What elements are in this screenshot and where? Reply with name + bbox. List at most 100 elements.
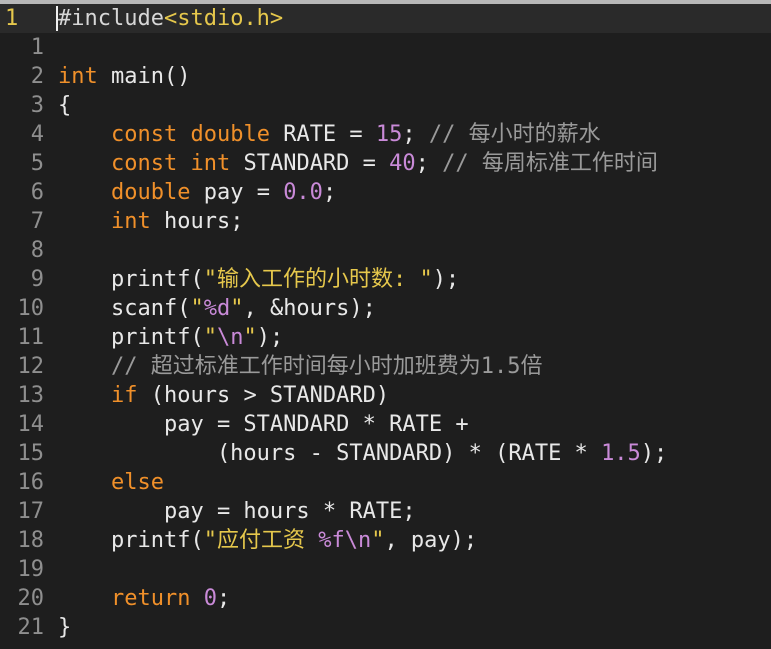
line-number: 3	[30, 93, 44, 118]
line-code[interactable]: printf("输入工作的小时数: ");	[58, 265, 459, 294]
code-token: double	[110, 180, 191, 205]
line-number: 7	[30, 209, 44, 234]
code-token: ;	[216, 586, 231, 611]
code-editor[interactable]: 1 #include<stdio.h> 1 2 int main() 3{4 const …	[0, 0, 771, 649]
line-number: 12	[17, 354, 45, 379]
code-token: (hours > STANDARD)	[137, 383, 390, 408]
line-number: 18	[17, 528, 45, 553]
line-number: 2	[30, 64, 44, 89]
code-token: if	[110, 383, 138, 408]
code-token: const	[110, 151, 178, 176]
line-code[interactable]: // 超过标准工作时间每小时加班费为1.5倍	[58, 352, 542, 381]
line-number: 16	[17, 470, 45, 495]
code-line[interactable]: 6 double pay = 0.0;	[0, 178, 771, 207]
code-line[interactable]: 5 const int STANDARD = 40; // 每周标准工作时间	[0, 149, 771, 178]
code-token: , &hours);	[243, 296, 376, 321]
code-token: pay = hours * RATE;	[58, 499, 416, 524]
line-number: 19	[17, 557, 45, 582]
code-token: printf(	[58, 267, 204, 292]
code-token: );	[432, 267, 460, 292]
line-code[interactable]: const int STANDARD = 40; // 每周标准工作时间	[58, 149, 658, 178]
line-number: 11	[17, 325, 45, 350]
code-line[interactable]: 13 if (hours > STANDARD)	[0, 381, 771, 410]
line-code[interactable]: int hours;	[58, 207, 243, 236]
code-line[interactable]: 21}	[0, 613, 771, 642]
line-code[interactable]: #include<stdio.h>	[58, 4, 283, 33]
line-code[interactable]: pay = hours * RATE;	[58, 497, 416, 526]
code-line[interactable]: 2 int main()	[0, 62, 771, 91]
line-number: 9	[30, 267, 44, 292]
line-number: 8	[30, 238, 44, 263]
line-number: 17	[17, 499, 45, 524]
code-token: "	[243, 325, 257, 350]
code-token: RATE =	[269, 122, 376, 147]
code-line[interactable]: 8	[0, 236, 771, 265]
code-token: );	[640, 441, 668, 466]
line-code[interactable]: }	[58, 613, 71, 642]
code-line[interactable]: 4 const double RATE = 15; // 每小时的薪水	[0, 120, 771, 149]
code-token: return	[110, 586, 191, 611]
code-line[interactable]: 10 scanf("%d", &hours);	[0, 294, 771, 323]
code-line[interactable]: 3{	[0, 91, 771, 120]
code-token: %f\n	[318, 528, 372, 553]
text-cursor	[56, 6, 58, 31]
line-number: 4	[30, 122, 44, 147]
code-token: {	[58, 93, 72, 118]
code-token: pay = STANDARD * RATE +	[58, 412, 469, 437]
line-code[interactable]: else	[58, 468, 164, 497]
code-token: "输入工作的小时数: "	[203, 267, 433, 292]
code-token: scanf(	[58, 296, 191, 321]
line-code[interactable]: return 0;	[58, 584, 230, 613]
code-token: , pay);	[384, 528, 478, 553]
line-code[interactable]: const double RATE = 15; // 每小时的薪水	[58, 120, 601, 149]
line-code[interactable]: int main()	[58, 62, 190, 91]
code-token: 0.0	[283, 180, 323, 205]
line-number: 1	[5, 6, 19, 31]
code-token: const	[110, 122, 178, 147]
current-code-line[interactable]: 1 #include<stdio.h>	[0, 4, 771, 33]
line-number: 1	[30, 35, 44, 60]
code-token: printf(	[58, 325, 204, 350]
line-code[interactable]: pay = STANDARD * RATE +	[58, 410, 469, 439]
code-token: hours;	[150, 209, 244, 234]
code-line[interactable]: 9 printf("输入工作的小时数: ");	[0, 265, 771, 294]
line-code[interactable]: printf("应付工资 %f\n", pay);	[58, 526, 477, 555]
code-line[interactable]: 15 (hours - STANDARD) * (RATE * 1.5);	[0, 439, 771, 468]
line-number: 5	[30, 151, 44, 176]
code-line[interactable]: 17 pay = hours * RATE;	[0, 497, 771, 526]
code-line[interactable]: 16 else	[0, 468, 771, 497]
line-code[interactable]: (hours - STANDARD) * (RATE * 1.5);	[58, 439, 667, 468]
code-line[interactable]: 14 pay = STANDARD * RATE +	[0, 410, 771, 439]
code-line[interactable]: 12 // 超过标准工作时间每小时加班费为1.5倍	[0, 352, 771, 381]
code-token: pay =	[190, 180, 284, 205]
code-line[interactable]: 20 return 0;	[0, 584, 771, 613]
line-number: 20	[17, 586, 45, 611]
line-code[interactable]: {	[58, 91, 71, 120]
code-line[interactable]: 11 printf("\n");	[0, 323, 771, 352]
line-code[interactable]: scanf("%d", &hours);	[58, 294, 376, 323]
code-token: <stdio.h>	[163, 6, 284, 31]
line-number: 15	[17, 441, 45, 466]
code-token: }	[58, 615, 72, 640]
code-line[interactable]: 7 int hours;	[0, 207, 771, 236]
code-token: int	[58, 64, 98, 89]
code-line[interactable]: 18 printf("应付工资 %f\n", pay);	[0, 526, 771, 555]
code-line[interactable]: 1	[0, 33, 771, 62]
code-token: \n	[216, 325, 244, 350]
code-token: "	[371, 528, 385, 553]
code-token: "	[230, 296, 244, 321]
code-token: main()	[97, 64, 191, 89]
line-code[interactable]: double pay = 0.0;	[58, 178, 336, 207]
code-token: 15	[375, 122, 403, 147]
code-token: // 每周标准工作时间	[442, 151, 658, 176]
code-line[interactable]: 19	[0, 555, 771, 584]
code-token: STANDARD =	[230, 151, 390, 176]
code-token: "应付工资	[203, 528, 319, 553]
line-code[interactable]: if (hours > STANDARD)	[58, 381, 389, 410]
line-code[interactable]: printf("\n");	[58, 323, 283, 352]
